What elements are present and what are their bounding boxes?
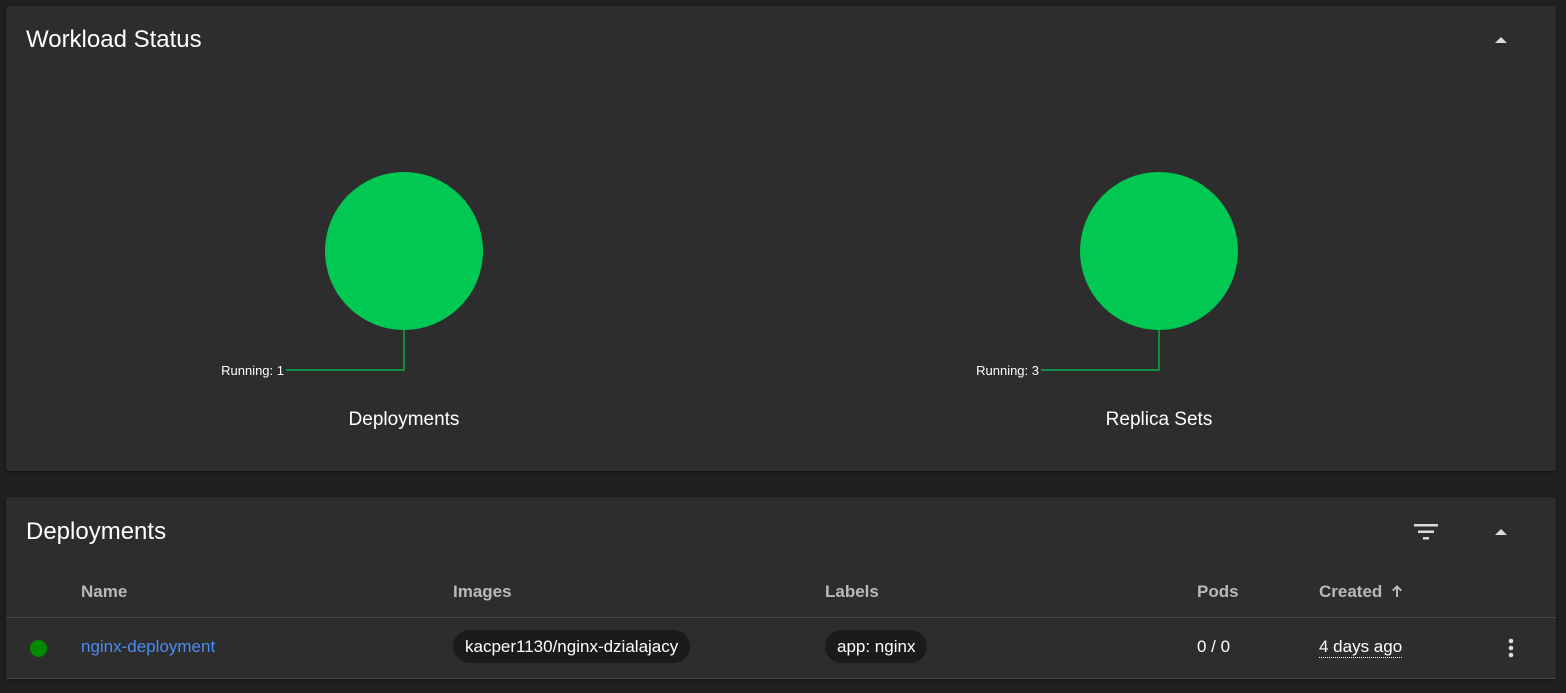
replica-sets-label-leader: [1041, 330, 1160, 371]
table-row: nginx-deployment kacper1130/nginx-dziala…: [6, 618, 1556, 679]
table-header: Name Images Labels Pods Created: [6, 569, 1556, 618]
deployments-running-slice[interactable]: [325, 172, 483, 330]
column-header-pods: Pods: [1197, 582, 1239, 601]
deployments-card: Deployments Name Images Labels Pods Crea…: [6, 497, 1556, 679]
created-age[interactable]: 4 days ago: [1319, 637, 1403, 658]
filter-button[interactable]: [1406, 512, 1446, 552]
column-header-images: Images: [453, 582, 512, 601]
arrow-up-icon: [1392, 585, 1403, 597]
image-chip: kacper1130/nginx-dzialajacy: [453, 630, 691, 663]
deployments-title: Deployments: [26, 518, 167, 545]
caret-up-icon: [1495, 529, 1507, 535]
column-header-created-label: Created: [1319, 582, 1383, 601]
workload-charts: Running: 1 Running: 3: [221, 172, 1238, 378]
deployments-label-leader: [286, 330, 405, 371]
status-running-icon: [30, 640, 47, 657]
deployment-name-link[interactable]: nginx-deployment: [81, 637, 215, 657]
column-header-created[interactable]: Created: [1319, 582, 1403, 602]
replica-sets-running-label: Running: 3: [976, 363, 1039, 378]
deployments-running-label: Running: 1: [221, 363, 284, 378]
filter-icon: [1414, 524, 1438, 540]
replica-sets-chart-caption: Replica Sets: [1105, 409, 1213, 430]
pods-count: 0 / 0: [1197, 637, 1231, 656]
deployments-chart-caption: Deployments: [348, 409, 460, 430]
column-header-labels: Labels: [825, 582, 879, 601]
deployments-collapse-button[interactable]: [1481, 512, 1521, 552]
label-chip: app: nginx: [825, 630, 928, 663]
replica-sets-running-slice[interactable]: [1080, 172, 1238, 330]
workload-status-card: Workload Status Running: 1 Running: 3 De…: [6, 6, 1556, 471]
column-header-name[interactable]: Name: [81, 582, 127, 602]
row-actions-button[interactable]: [1491, 628, 1531, 668]
more-vertical-icon: [1508, 638, 1514, 658]
